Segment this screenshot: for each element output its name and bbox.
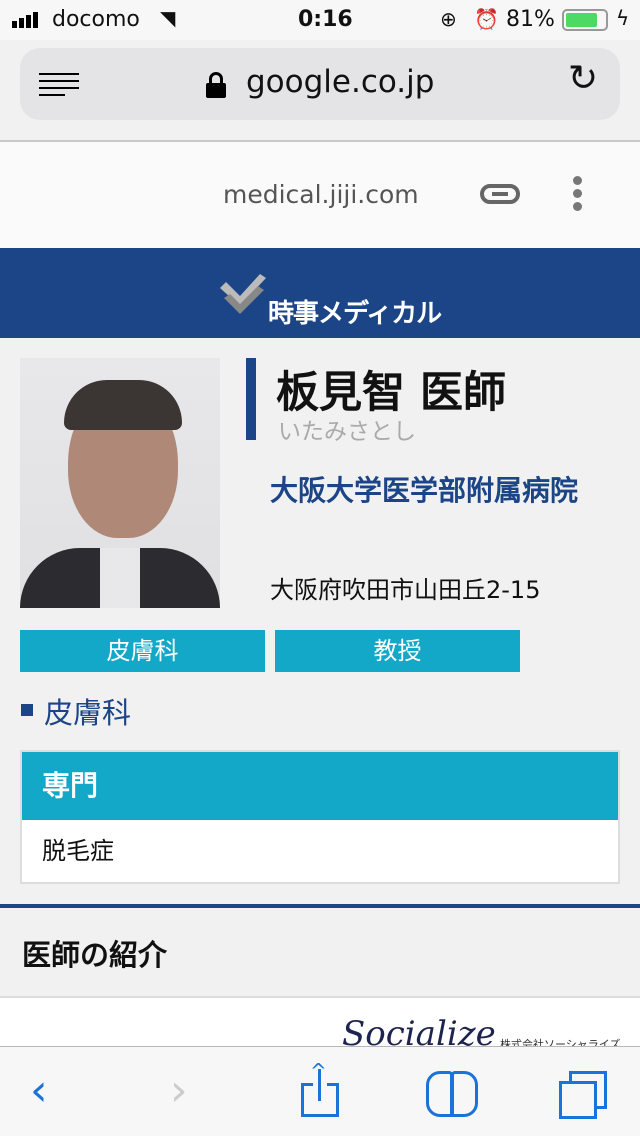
logo-icon xyxy=(220,274,266,314)
link-icon[interactable] xyxy=(480,184,520,204)
specialty-value: 脱毛症 xyxy=(42,837,114,865)
forward-icon[interactable]: › xyxy=(170,1065,188,1116)
carrier: docomo xyxy=(52,7,140,32)
ad-company: 株式会社ソーシャライズ xyxy=(500,1038,621,1046)
more-options-icon[interactable] xyxy=(573,176,583,211)
name-accent-bar xyxy=(246,358,256,440)
amp-header: medical.jiji.com xyxy=(0,140,640,248)
charging-icon: ϟ xyxy=(616,6,630,30)
wifi-icon: ◥ xyxy=(160,6,176,30)
lock-icon xyxy=(206,72,226,98)
ad-brand: Socialize xyxy=(342,1014,496,1046)
intro-title: 医師の紹介 xyxy=(22,938,168,972)
department-link[interactable]: 皮膚科 xyxy=(44,690,131,732)
hospital-address: 大阪府吹田市山田丘2-15 xyxy=(270,576,541,604)
specialty-box: 専門 脱毛症 xyxy=(20,750,620,884)
doctor-name: 板見智 医師 xyxy=(276,368,506,418)
bullet-icon xyxy=(21,704,33,716)
site-header[interactable]: 時事メディカル xyxy=(0,248,640,338)
status-bar: docomo ◥ 0:16 ⊕ ⏰ 81% ϟ xyxy=(0,0,640,40)
doctor-kana: いたみさとし xyxy=(278,419,416,445)
ad-banner[interactable]: Socialize 株式会社ソーシャライズ xyxy=(0,998,640,1046)
intro-section: 医師の紹介 xyxy=(0,908,640,998)
battery-percent: 81% xyxy=(506,7,555,32)
address-bar[interactable]: google.co.jp ↻ xyxy=(20,48,620,120)
share-icon[interactable]: ^ xyxy=(301,1059,339,1117)
back-icon[interactable]: ‹ xyxy=(30,1065,48,1116)
bookmarks-icon[interactable] xyxy=(426,1071,478,1117)
hospital-link[interactable]: 大阪大学医学部附属病院 xyxy=(270,466,610,516)
tag-department[interactable]: 皮膚科 xyxy=(20,630,265,672)
browser-toolbar: ‹ › ^ xyxy=(0,1046,640,1136)
rotation-lock-icon: ⊕ xyxy=(440,7,457,31)
signal-icon xyxy=(12,12,38,28)
site-logo-text: 時事メディカル xyxy=(268,299,442,329)
alarm-icon: ⏰ xyxy=(474,7,499,31)
amp-domain: medical.jiji.com xyxy=(223,180,419,209)
clock: 0:16 xyxy=(298,7,353,32)
reader-view-icon[interactable] xyxy=(39,73,79,96)
doctor-photo xyxy=(20,358,220,608)
battery-icon xyxy=(562,9,608,31)
specialty-header: 専門 xyxy=(22,752,618,820)
tag-position[interactable]: 教授 xyxy=(275,630,520,672)
reload-icon[interactable]: ↻ xyxy=(568,58,598,99)
url-text[interactable]: google.co.jp xyxy=(246,64,434,100)
tabs-icon[interactable] xyxy=(559,1071,607,1119)
